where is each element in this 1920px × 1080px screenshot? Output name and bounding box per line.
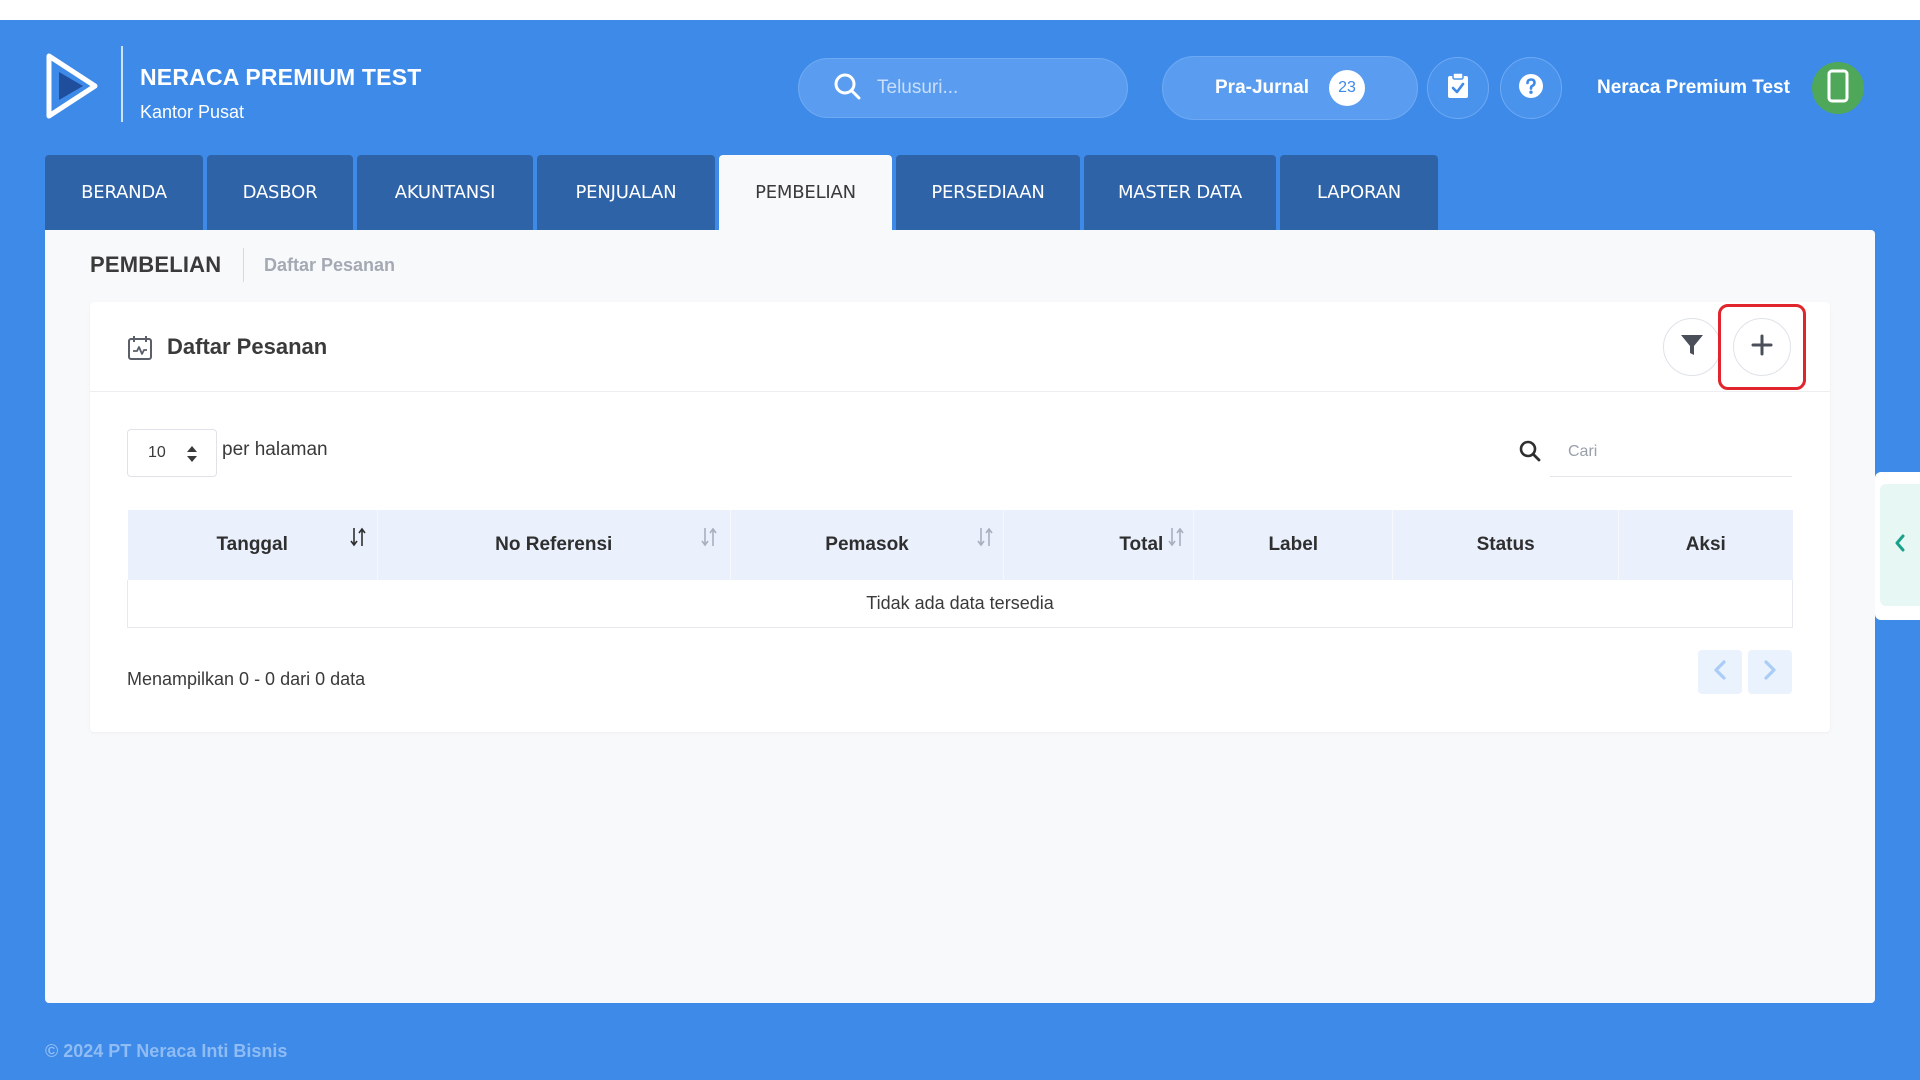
- column-header-status: Status: [1392, 510, 1620, 580]
- help-icon: [1518, 73, 1544, 104]
- prajurnal-button[interactable]: Pra-Jurnal 23: [1162, 56, 1418, 120]
- column-header-total[interactable]: Total: [1003, 510, 1195, 580]
- tasks-button[interactable]: [1427, 57, 1489, 119]
- column-header-label: Label: [1193, 510, 1394, 580]
- side-panel-toggle-inner: [1880, 484, 1920, 606]
- table-search-input[interactable]: [1550, 427, 1792, 477]
- search-icon: [1519, 440, 1541, 467]
- sort-icon: [976, 526, 993, 554]
- breadcrumb-separator: [243, 248, 244, 282]
- main-nav-tabs: BERANDA DASBOR AKUNTANSI PENJUALAN PEMBE…: [45, 155, 1438, 230]
- tab-penjualan[interactable]: PENJUALAN: [537, 155, 715, 230]
- smartphone-icon: [1827, 69, 1849, 108]
- tab-master-data[interactable]: MASTER DATA: [1084, 155, 1276, 230]
- tab-pembelian[interactable]: PEMBELIAN: [719, 155, 892, 230]
- breadcrumb-current: Daftar Pesanan: [264, 255, 396, 275]
- avatar[interactable]: [1812, 62, 1864, 114]
- tab-akuntansi[interactable]: AKUNTANSI: [357, 155, 533, 230]
- prajurnal-label: Pra-Jurnal: [1215, 77, 1309, 98]
- card-header: Daftar Pesanan: [90, 302, 1830, 392]
- copyright-text: © 2024 PT Neraca Inti Bisnis: [45, 1041, 288, 1061]
- main-content: PEMBELIAN Daftar Pesanan Daftar Pesanan: [45, 230, 1875, 1003]
- tab-laporan[interactable]: LAPORAN: [1280, 155, 1438, 230]
- order-list-card: Daftar Pesanan 10 per halaman Cari Tangg…: [90, 302, 1830, 732]
- column-header-no-referensi[interactable]: No Referensi: [377, 510, 731, 580]
- per-page-value: 10: [148, 444, 166, 461]
- breadcrumb-main[interactable]: PEMBELIAN: [90, 252, 221, 278]
- column-label: Total: [1119, 534, 1164, 555]
- column-label: Pemasok: [825, 534, 909, 555]
- next-page-button[interactable]: [1748, 650, 1792, 694]
- sort-icon: [1168, 526, 1185, 554]
- prajurnal-count-badge: 23: [1328, 70, 1365, 106]
- empty-message: Tidak ada data tersedia: [127, 580, 1793, 628]
- column-header-aksi: Aksi: [1618, 510, 1793, 580]
- sort-icon: [349, 526, 366, 554]
- filter-button[interactable]: [1663, 318, 1721, 376]
- per-page-label: per halaman: [222, 439, 328, 460]
- filter-icon: [1680, 333, 1704, 362]
- plus-icon: [1751, 334, 1773, 361]
- add-order-button[interactable]: [1733, 318, 1791, 376]
- clipboard-check-icon: [1447, 71, 1469, 104]
- logo-icon[interactable]: [45, 52, 99, 120]
- chevron-right-icon: [1763, 659, 1777, 685]
- tab-dasbor[interactable]: DASBOR: [207, 155, 353, 230]
- side-panel-toggle[interactable]: [1875, 472, 1920, 620]
- orders-table: Tanggal No Referensi Pemasok Total Label…: [127, 510, 1793, 628]
- branch-name: Kantor Pusat: [140, 102, 245, 122]
- tab-beranda[interactable]: BERANDA: [45, 155, 203, 230]
- help-button[interactable]: [1500, 57, 1562, 119]
- column-label: No Referensi: [495, 534, 613, 555]
- search-icon: [833, 72, 861, 105]
- company-name: NERACA PREMIUM TEST: [140, 64, 422, 90]
- sort-icon: [701, 526, 717, 554]
- app-shell: NERACA PREMIUM TEST Kantor Pusat Pra-Jur…: [0, 20, 1920, 1080]
- chevron-left-icon: [1894, 534, 1906, 557]
- column-label: Tanggal: [216, 534, 288, 555]
- tab-persediaan[interactable]: PERSEDIAAN: [896, 155, 1080, 230]
- global-search-input[interactable]: [877, 77, 1097, 99]
- prev-page-button[interactable]: [1698, 650, 1742, 694]
- column-header-tanggal[interactable]: Tanggal: [127, 510, 378, 580]
- user-name[interactable]: Neraca Premium Test: [1597, 77, 1790, 99]
- pagination-info: Menampilkan 0 - 0 dari 0 data: [127, 669, 366, 689]
- column-header-pemasok[interactable]: Pemasok: [730, 510, 1005, 580]
- calendar-chart-icon: [127, 335, 153, 366]
- global-search: [798, 58, 1128, 118]
- card-title: Daftar Pesanan: [167, 334, 328, 359]
- table-header-row: Tanggal No Referensi Pemasok Total Label…: [127, 510, 1793, 580]
- chevron-left-icon: [1713, 659, 1727, 685]
- select-caret-icon: [186, 444, 198, 469]
- logo-divider: [121, 46, 123, 122]
- table-empty-row: Tidak ada data tersedia: [127, 580, 1793, 628]
- per-page-select[interactable]: 10: [127, 429, 217, 477]
